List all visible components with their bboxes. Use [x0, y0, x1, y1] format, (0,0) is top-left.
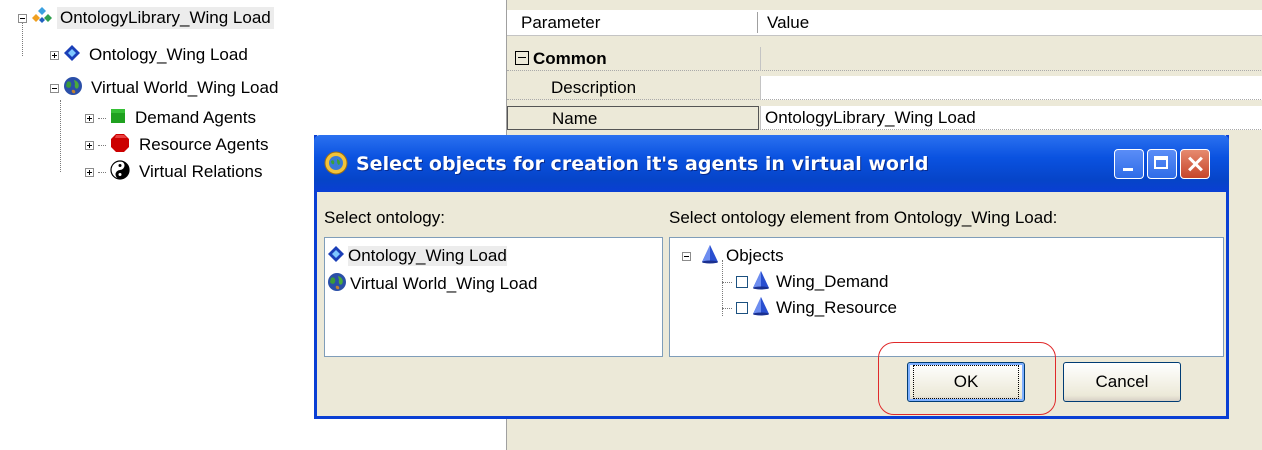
tree-label-wing-demand: Wing_Demand — [776, 272, 889, 291]
tree-item-resource-agents[interactable]: Resource Agents — [85, 133, 271, 157]
grid-group-row[interactable]: Common — [507, 47, 1262, 71]
select-element-label: Select ontology element from Ontology_Wi… — [669, 208, 1058, 227]
expand-icon[interactable] — [50, 50, 59, 60]
collapse-icon[interactable] — [515, 51, 529, 65]
expand-icon[interactable] — [85, 140, 94, 150]
ontology-icon — [63, 44, 81, 67]
maximize-button[interactable] — [1147, 149, 1177, 179]
ontology-list[interactable]: Ontology_Wing Load Virtual World_Wing Lo… — [324, 237, 663, 357]
param-label: Name — [507, 106, 759, 130]
column-header-value[interactable]: Value — [759, 10, 809, 35]
globe-icon — [327, 272, 347, 297]
tree-label-virtual-world: Virtual World_Wing Load — [91, 78, 279, 97]
cone-icon — [752, 270, 770, 295]
tree-item-demand-agents[interactable]: Demand Agents — [85, 106, 259, 130]
expand-icon[interactable] — [85, 113, 94, 123]
resource-agents-icon — [110, 133, 130, 158]
tree-connector — [60, 100, 61, 172]
ok-button[interactable]: OK — [907, 362, 1025, 402]
demand-agents-icon — [110, 108, 126, 129]
tree-item-root[interactable]: OntologyLibrary_Wing Load — [18, 6, 274, 30]
dialog-titlebar[interactable]: Select objects for creation it's agents … — [314, 135, 1229, 192]
ok-button-label: OK — [912, 365, 1020, 399]
app-icon — [324, 151, 348, 180]
tree-label-virtual-relations: Virtual Relations — [139, 162, 263, 181]
cone-icon — [701, 244, 719, 269]
tree-item-wing-demand[interactable]: Wing_Demand — [722, 270, 888, 294]
list-item-label: Virtual World_Wing Load — [350, 274, 538, 293]
globe-icon — [63, 76, 83, 101]
param-label: Description — [507, 76, 759, 100]
wing-resource-checkbox[interactable] — [736, 302, 748, 314]
cancel-button[interactable]: Cancel — [1063, 362, 1181, 402]
select-objects-dialog: Select objects for creation it's agents … — [314, 135, 1229, 419]
tree-item-ontology[interactable]: Ontology_Wing Load — [50, 43, 251, 67]
minimize-button[interactable] — [1114, 149, 1144, 179]
tree-label-resource-agents: Resource Agents — [139, 135, 269, 154]
column-header-parameter[interactable]: Parameter — [513, 10, 600, 35]
cone-icon — [752, 296, 770, 321]
param-value[interactable]: OntologyLibrary_Wing Load — [760, 106, 1262, 130]
list-item-ontology[interactable]: Ontology_Wing Load — [327, 244, 507, 268]
tree-item-virtual-relations[interactable]: Virtual Relations — [85, 159, 265, 185]
collapse-icon[interactable] — [50, 83, 59, 93]
tree-label-ontology: Ontology_Wing Load — [89, 45, 248, 64]
grid-row[interactable]: Description — [507, 76, 1262, 100]
tree-item-wing-resource[interactable]: Wing_Resource — [722, 296, 897, 320]
group-label: Common — [533, 49, 607, 68]
list-item-virtual-world[interactable]: Virtual World_Wing Load — [327, 272, 537, 296]
tree-item-objects[interactable]: Objects — [682, 244, 784, 268]
tree-label-demand-agents: Demand Agents — [135, 108, 256, 127]
yin-yang-icon — [110, 159, 130, 185]
tree-label-root: OntologyLibrary_Wing Load — [57, 7, 274, 29]
element-tree[interactable]: Objects Wing_Demand Wing_Resource — [669, 237, 1224, 357]
collapse-icon[interactable] — [18, 13, 27, 23]
tree-item-virtual-world[interactable]: Virtual World_Wing Load — [50, 76, 281, 100]
expand-icon[interactable] — [85, 167, 94, 177]
ontology-icon — [327, 245, 345, 268]
tree-label-objects: Objects — [726, 246, 784, 265]
param-value[interactable] — [760, 76, 1262, 100]
tree-label-wing-resource: Wing_Resource — [776, 298, 897, 317]
close-button[interactable] — [1180, 149, 1210, 179]
ontology-library-icon — [31, 6, 53, 31]
dialog-title: Select objects for creation it's agents … — [356, 153, 929, 175]
grid-row[interactable]: Name OntologyLibrary_Wing Load — [507, 106, 1262, 130]
list-item-label: Ontology_Wing Load — [348, 246, 507, 266]
wing-demand-checkbox[interactable] — [736, 276, 748, 288]
select-ontology-label: Select ontology: — [324, 208, 445, 227]
grid-header: Parameter Value — [507, 10, 1262, 36]
collapse-icon[interactable] — [682, 251, 691, 261]
